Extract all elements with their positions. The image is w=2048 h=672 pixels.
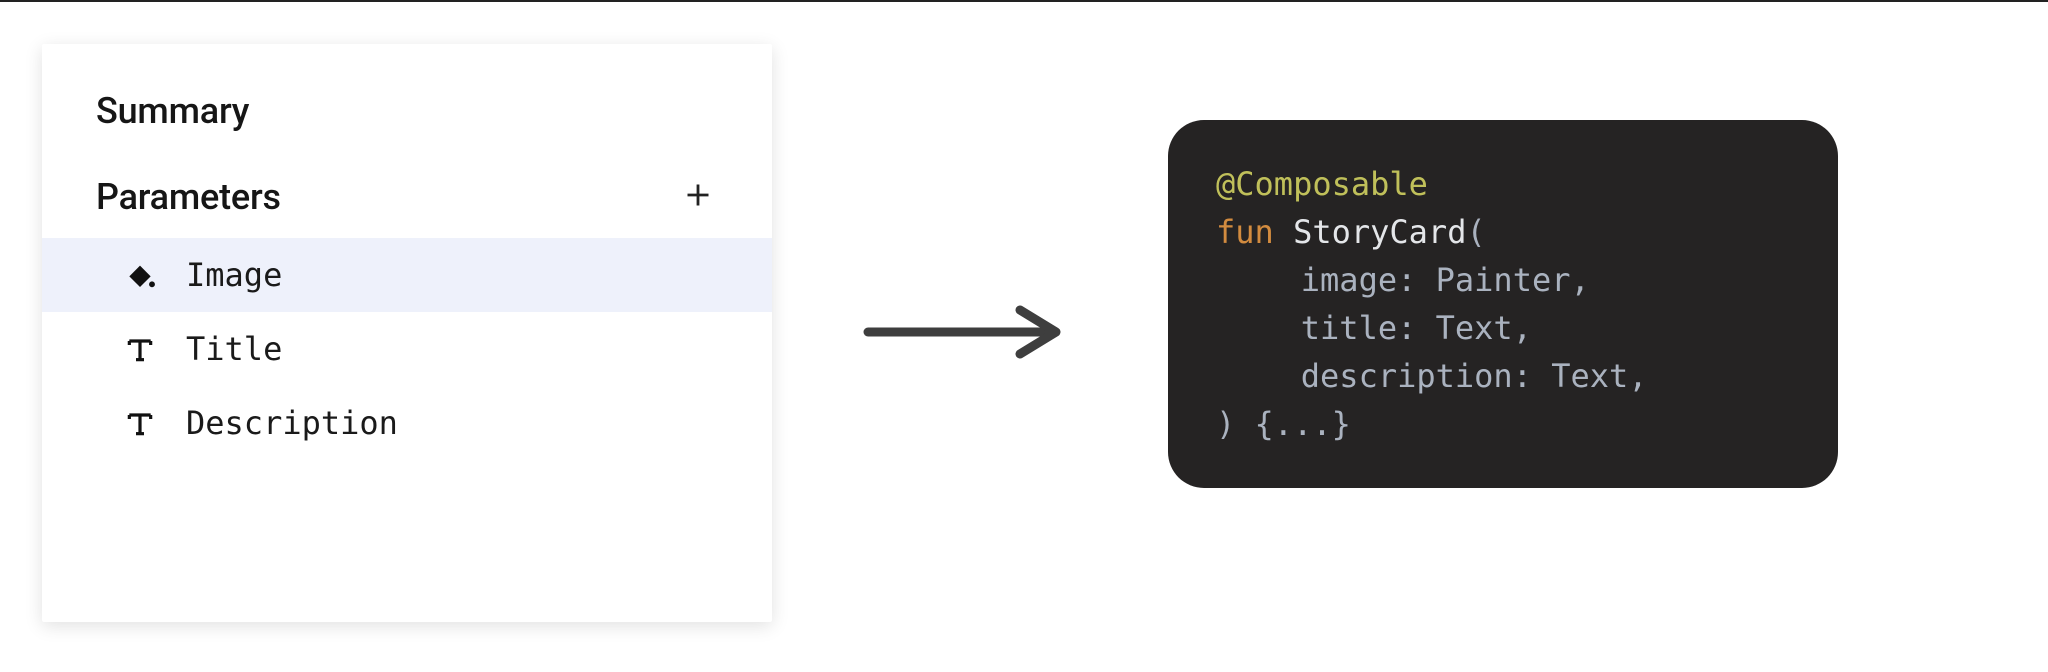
code-annotation: @Composable [1216,165,1428,203]
code-line: image: Painter, [1216,256,1790,304]
code-param-type: Text [1551,357,1628,395]
arrow-right-icon [860,292,1070,372]
code-line: title: Text, [1216,304,1790,352]
code-punct: ( [1466,213,1485,251]
section-parameters-row: Parameters [42,164,772,238]
code-param-type: Painter [1436,261,1571,299]
diagram-stage: Summary Parameters [0,0,2048,672]
code-close: ) {...} [1216,405,1351,443]
text-icon [122,331,158,367]
code-line: fun StoryCard( [1216,208,1790,256]
code-keyword: fun [1216,213,1274,251]
paint-bucket-icon [122,257,158,293]
code-param-type: Text [1436,309,1513,347]
code-param-name: description [1301,357,1513,395]
code-line: @Composable [1216,160,1790,208]
parameter-list: Image Title [42,238,772,460]
code-line: ) {...} [1216,400,1790,448]
parameter-label: Description [186,404,398,442]
panel-card: Summary Parameters [42,44,772,622]
code-block: @Composable fun StoryCard( image: Painte… [1168,120,1838,488]
code-param-name: title [1301,309,1397,347]
code-function-name: StoryCard [1293,213,1466,251]
add-parameter-button[interactable] [678,177,718,217]
parameter-label: Image [186,256,282,294]
parameter-label: Title [186,330,282,368]
code-line: description: Text, [1216,352,1790,400]
section-parameters[interactable]: Parameters [96,176,281,218]
plus-icon [684,181,712,213]
parameter-item-description[interactable]: Description [42,386,772,460]
parameter-item-title[interactable]: Title [42,312,772,386]
text-icon [122,405,158,441]
section-summary[interactable]: Summary [42,90,772,164]
code-param-name: image [1301,261,1397,299]
parameter-item-image[interactable]: Image [42,238,772,312]
